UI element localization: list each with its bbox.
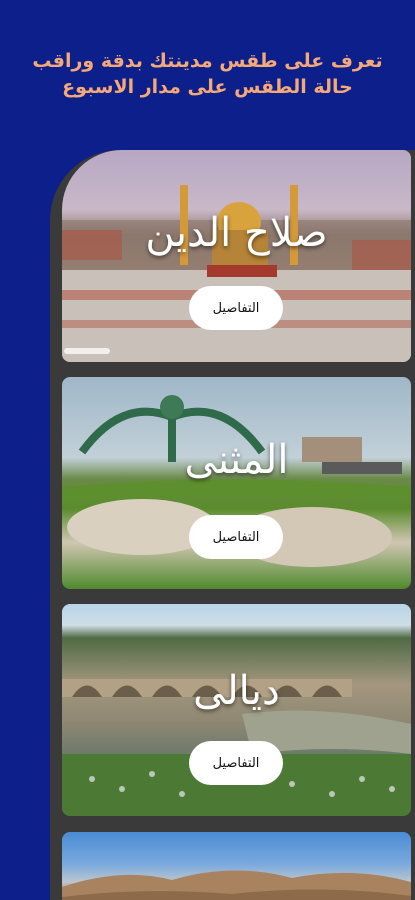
mountains-illustration (62, 870, 411, 900)
details-button[interactable]: التفاصيل (189, 515, 283, 559)
city-image-mountains (62, 832, 411, 900)
city-card-salahuddin[interactable]: صلاح الدين التفاصيل (62, 150, 411, 362)
page-headline: تعرف على طقس مدينتك بدقة وراقب حالة الطق… (20, 48, 395, 100)
details-button[interactable]: التفاصيل (189, 741, 283, 785)
city-name: ديالى (193, 668, 280, 714)
city-card-partial[interactable] (62, 832, 411, 900)
image-credit-badge (64, 348, 110, 354)
headline-line-2: حالة الطقس على مدار الاسبوع (62, 76, 353, 98)
headline-line-1: تعرف على طقس مدينتك بدقة وراقب (32, 50, 383, 72)
details-button[interactable]: التفاصيل (189, 286, 283, 330)
city-name: صلاح الدين (145, 210, 328, 256)
city-name: المثنى (184, 437, 289, 483)
app-screen: تعرف على طقس مدينتك بدقة وراقب حالة الطق… (0, 0, 415, 900)
city-card-muthanna[interactable]: المثنى التفاصيل (62, 377, 411, 589)
city-card-diyala[interactable]: ديالى التفاصيل (62, 604, 411, 816)
